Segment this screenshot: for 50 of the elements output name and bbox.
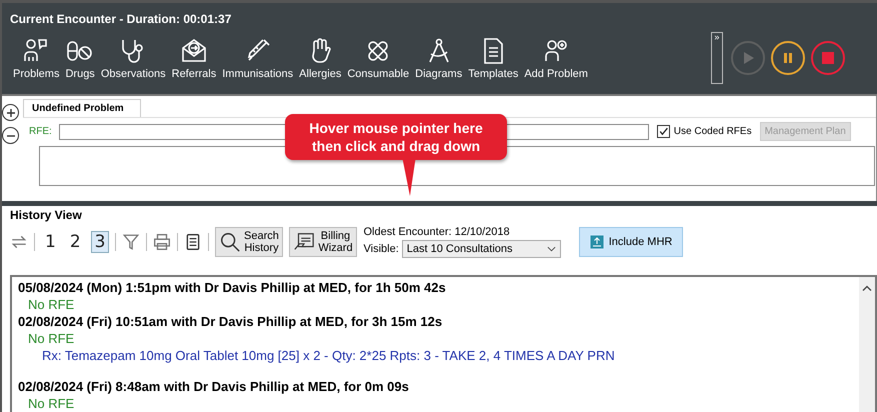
callout-pointer	[402, 158, 416, 196]
print-icon[interactable]	[153, 233, 172, 251]
rfe-line: No RFE	[27, 395, 76, 412]
scrollbar[interactable]	[859, 277, 875, 412]
encounter-heading: 02/08/2024 (Fri) 10:51am with Dr Davis Phillip at MED, for 3h 15m 12s	[18, 313, 444, 330]
page-button[interactable]: 3	[90, 231, 110, 253]
encounter-title: Current Encounter - Duration: 00:01:37	[10, 12, 232, 26]
toolbar-button[interactable]: Diagrams	[412, 36, 466, 80]
chevron-icon	[546, 246, 556, 252]
problem-tab[interactable]: Undefined Problem	[23, 99, 141, 117]
include-mhr-button[interactable]: Include MHR	[578, 227, 684, 257]
toolbar-button[interactable]: Allergies	[296, 36, 344, 80]
visible-dropdown[interactable]: Last 10 Consultations	[402, 240, 561, 258]
toolbar-button[interactable]: Drugs	[62, 36, 98, 80]
history-title: History View	[10, 208, 83, 222]
encounter-heading: 05/08/2024 (Mon) 1:51pm with Dr Davis Phillip at MED, for 1h 50m 42s	[18, 279, 447, 296]
media-button[interactable]	[770, 41, 805, 75]
rfe-line: No RFE	[27, 330, 76, 347]
overflow-button[interactable]: »	[710, 32, 723, 84]
visible-label: Visible:	[363, 243, 399, 255]
toolbar-button[interactable]: Templates	[465, 36, 522, 80]
checkbox[interactable]	[656, 125, 670, 138]
rfe-label: RFE:	[29, 126, 52, 137]
billing-wizard-button[interactable]: Billing Wizard	[289, 227, 358, 257]
upload-icon	[590, 235, 604, 249]
page-button[interactable]: 2	[66, 231, 85, 253]
plus-icon	[6, 108, 16, 118]
scroll-up-icon[interactable]	[862, 285, 872, 292]
toolbar-button[interactable]: Referrals	[168, 36, 220, 80]
stop-icon	[820, 51, 835, 65]
list-icon[interactable]	[184, 233, 202, 251]
oldest-encounter: Oldest Encounter: 12/10/2018	[363, 226, 511, 238]
filter-icon[interactable]	[122, 233, 140, 251]
envelope-icon	[180, 36, 208, 64]
toolbar-button[interactable]: Add Problem	[521, 36, 591, 80]
expand-button[interactable]	[2, 104, 19, 121]
search-icon	[219, 231, 242, 253]
search-history-button[interactable]: Search History	[215, 227, 284, 257]
toolbar-button[interactable]: Immunisations	[219, 36, 296, 80]
toolbar-button[interactable]: Observations	[98, 36, 169, 80]
prescription-line: Rx: Temazepam 10mg Oral Tablet 10mg [25] x 2 - Qty: 2*25 Rpts: 3 - TAKE 2, 4 TIMES A DAY PRN	[41, 347, 616, 364]
encounter-heading: 02/08/2024 (Fri) 8:48am with Dr Davis Phillip at MED, for 0m 09s	[18, 378, 410, 395]
page-button[interactable]: 1	[41, 231, 60, 253]
splitter-handle[interactable]	[2, 201, 877, 206]
toolbar-button[interactable]: Consumable	[344, 36, 412, 80]
rfe-line: No RFE	[27, 296, 76, 313]
checkbox-label: Use Coded RFEs	[674, 126, 752, 137]
collapse-button[interactable]	[2, 127, 19, 144]
toolbar-button[interactable]: Problems	[10, 36, 62, 80]
callout: Hover mouse pointer here then click and drag down	[285, 114, 507, 160]
